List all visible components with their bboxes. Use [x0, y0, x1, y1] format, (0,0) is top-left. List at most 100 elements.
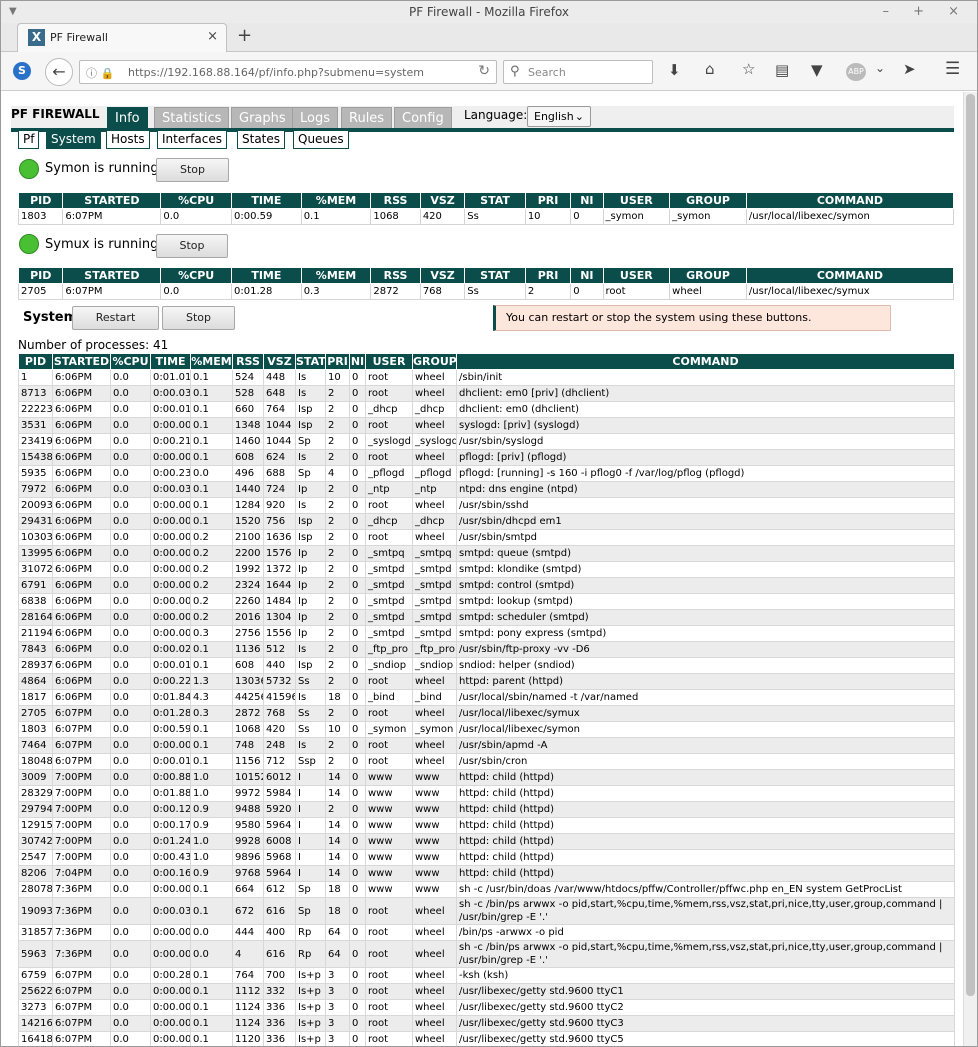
column-header-pid[interactable]: PID: [17, 192, 64, 209]
column-header-group[interactable]: GROUP: [669, 192, 747, 209]
cell-group: wheel: [412, 369, 457, 386]
sync-icon[interactable]: S: [13, 62, 31, 80]
system-restart-button[interactable]: Restart: [72, 306, 159, 330]
column-header-started[interactable]: STARTED: [62, 267, 162, 284]
column-header-stat[interactable]: STAT: [295, 353, 326, 370]
menu-tab-config[interactable]: Config: [394, 107, 452, 129]
hamburger-menu-icon[interactable]: ☰: [945, 59, 960, 79]
column-header-time[interactable]: TIME: [150, 353, 191, 370]
column-header-mem[interactable]: %MEM: [300, 267, 372, 284]
browser-tab[interactable]: X PF Firewall ×: [17, 23, 227, 52]
column-header-rss[interactable]: RSS: [370, 267, 421, 284]
cell-user: root: [365, 1015, 413, 1032]
home-icon[interactable]: ⌂: [705, 60, 715, 78]
submenu-tab-states[interactable]: States: [237, 130, 286, 149]
page-scrollbar[interactable]: [963, 92, 977, 1046]
cell-mem: 0.2: [190, 593, 233, 610]
column-header-pri[interactable]: PRI: [325, 353, 350, 370]
submenu-tab-system[interactable]: System: [46, 130, 101, 149]
column-header-ni[interactable]: NI: [570, 192, 604, 209]
column-header-cpu[interactable]: %CPU: [160, 192, 233, 209]
column-header-vsz[interactable]: VSZ: [419, 267, 466, 284]
scrollbar-thumb[interactable]: [966, 94, 975, 996]
window-controls[interactable]: – + ×: [882, 1, 969, 23]
column-header-vsz[interactable]: VSZ: [263, 353, 296, 370]
column-header-command[interactable]: COMMAND: [745, 192, 955, 209]
column-header-group[interactable]: GROUP: [669, 267, 747, 284]
site-info-icon[interactable]: ⓘ 🔒: [86, 65, 114, 81]
table-row: 30742 7:00PM 0.0 0:01.24 1.0 9928 6008 I 14 0 www w…: [18, 833, 955, 850]
download-icon[interactable]: ⬇: [668, 61, 681, 79]
column-header-pid[interactable]: PID: [18, 353, 53, 370]
column-header-stat[interactable]: STAT: [464, 192, 526, 209]
column-header-cpu[interactable]: %CPU: [110, 353, 151, 370]
submenu-tab-interfaces[interactable]: Interfaces: [157, 130, 227, 149]
column-header-command[interactable]: COMMAND: [456, 353, 955, 370]
column-header-rss[interactable]: RSS: [370, 192, 421, 209]
menu-tab-rules[interactable]: Rules: [341, 107, 393, 129]
submenu-tab-pf[interactable]: Pf: [18, 130, 40, 149]
column-header-stat[interactable]: STAT: [464, 267, 526, 284]
cell-cpu: 0.0: [110, 721, 151, 738]
tab-close-icon[interactable]: ×: [207, 29, 218, 44]
column-header-cpu[interactable]: %CPU: [160, 267, 233, 284]
system-stop-button[interactable]: Stop: [162, 306, 235, 330]
column-header-command[interactable]: COMMAND: [745, 267, 955, 284]
table-row: 28937 6:06PM 0.0 0:00.01 0.1 608 440 Isp 2 0 _sndi…: [18, 657, 955, 674]
cell-vsz: 420: [263, 721, 296, 738]
url-bar[interactable]: ⓘ 🔒 https://192.168.88.164/pf/info.php?s…: [79, 60, 497, 84]
cell-time: 0:00.00: [150, 513, 191, 530]
cell-cpu: 0.0: [110, 449, 151, 466]
column-header-started[interactable]: STARTED: [62, 192, 162, 209]
column-header-ni[interactable]: NI: [570, 267, 604, 284]
column-header-vsz[interactable]: VSZ: [419, 192, 466, 209]
adblock-icon[interactable]: ABP: [846, 63, 866, 81]
column-header-started[interactable]: STARTED: [52, 353, 111, 370]
bookmark-star-icon[interactable]: ☆: [742, 60, 755, 78]
cell-stat: Ssp: [295, 753, 326, 770]
column-header-mem[interactable]: %MEM: [190, 353, 233, 370]
column-header-group[interactable]: GROUP: [412, 353, 457, 370]
column-header-pri[interactable]: PRI: [524, 192, 572, 209]
submenu-tab-queues[interactable]: Queues: [293, 130, 349, 149]
window-menu-icon[interactable]: ▼: [9, 1, 17, 23]
reload-icon[interactable]: ↻: [478, 63, 490, 79]
cell-ni: 0: [349, 1015, 366, 1032]
table-row: 8206 7:04PM 0.0 0:00.16 0.9 9768 5964 I 14 0 www ww…: [18, 865, 955, 882]
menu-tab-info[interactable]: Info: [107, 107, 148, 129]
send-icon[interactable]: ➤: [903, 60, 916, 78]
menu-tab-statistics[interactable]: Statistics: [154, 107, 230, 129]
submenu-tab-hosts[interactable]: Hosts: [106, 130, 150, 149]
column-header-user[interactable]: USER: [365, 353, 413, 370]
cell-command: smtpd: scheduler (smtpd): [456, 609, 955, 626]
column-header-ni[interactable]: NI: [349, 353, 366, 370]
symon-stop-button[interactable]: Stop: [156, 158, 229, 182]
column-header-user[interactable]: USER: [602, 267, 671, 284]
column-header-time[interactable]: TIME: [231, 192, 302, 209]
menu-tab-graphs[interactable]: Graphs: [231, 107, 294, 129]
cell-rss: 2100: [232, 529, 264, 546]
back-button[interactable]: ←: [45, 58, 73, 86]
url-text[interactable]: https://192.168.88.164/pf/info.php?subme…: [128, 66, 424, 79]
language-select[interactable]: English ⌄: [527, 106, 591, 127]
cell-pri: 2: [325, 449, 350, 466]
cell-rss: 496: [232, 465, 264, 482]
cell-mem: 0.9: [190, 817, 233, 834]
column-header-time[interactable]: TIME: [231, 267, 302, 284]
column-header-user[interactable]: USER: [602, 192, 671, 209]
column-header-mem[interactable]: %MEM: [300, 192, 372, 209]
symux-stop-button[interactable]: Stop: [156, 234, 228, 258]
pocket-icon[interactable]: ▼: [811, 61, 823, 79]
cell-stat: Rp: [295, 924, 326, 941]
reading-list-icon[interactable]: ▤: [775, 61, 789, 79]
column-header-rss[interactable]: RSS: [232, 353, 264, 370]
menu-tab-logs[interactable]: Logs: [292, 107, 338, 129]
search-bar[interactable]: ⚲ Search: [503, 60, 653, 84]
column-header-pid[interactable]: PID: [17, 267, 64, 284]
cell-ni: 0: [349, 433, 366, 450]
chevron-down-icon: ⌄: [574, 110, 584, 123]
new-tab-icon[interactable]: +: [237, 25, 252, 46]
cell-started: 6:07PM: [52, 983, 111, 1000]
column-header-pri[interactable]: PRI: [524, 267, 572, 284]
chevron-down-icon[interactable]: ⌄: [875, 61, 885, 75]
